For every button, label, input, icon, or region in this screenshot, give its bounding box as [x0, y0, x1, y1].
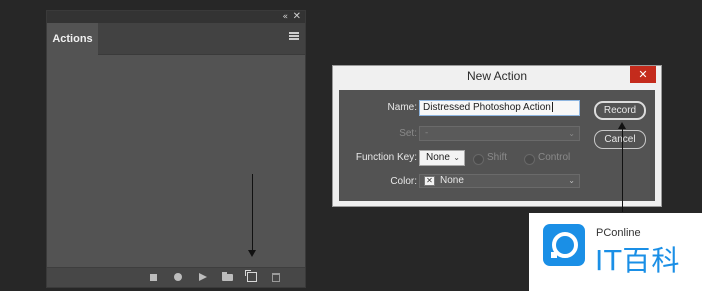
panel-tab-bar: Actions	[47, 23, 305, 55]
panel-title-bar: « ✕	[47, 11, 305, 23]
stop-icon[interactable]	[150, 274, 157, 281]
shift-label: Shift	[487, 152, 508, 163]
function-key-label: Function Key:	[355, 152, 417, 163]
tab-actions[interactable]: Actions	[47, 23, 98, 55]
set-select[interactable]: - ⌄	[419, 126, 580, 141]
set-label: Set:	[399, 128, 417, 139]
control-checkbox[interactable]	[524, 154, 535, 165]
function-key-select[interactable]: None ⌄	[419, 150, 465, 166]
chevron-down-icon: ⌄	[568, 129, 575, 138]
color-value: None	[440, 175, 464, 186]
annotation-arrowhead	[248, 250, 256, 257]
annotation-arrowhead	[618, 122, 626, 129]
collapse-icon[interactable]: «	[282, 11, 287, 23]
new-action-dialog: New Action ✕ Name: Distressed Photoshop …	[332, 65, 662, 207]
set-value: -	[425, 128, 429, 138]
action-name-value: Distressed Photoshop Action	[423, 102, 551, 113]
dialog-body: Name: Distressed Photoshop Action Set: -…	[339, 90, 655, 201]
color-select[interactable]: ✕ None ⌄	[419, 174, 580, 188]
trash-icon[interactable]	[272, 273, 280, 282]
close-icon[interactable]: ✕	[293, 11, 301, 23]
shift-checkbox[interactable]	[473, 154, 484, 165]
annotation-arrow	[622, 128, 623, 212]
record-button[interactable]: Record	[594, 101, 646, 120]
watermark-brand: IT百科	[595, 244, 681, 277]
none-swatch-icon: ✕	[424, 176, 435, 186]
action-name-input[interactable]: Distressed Photoshop Action	[419, 100, 580, 116]
chevron-down-icon: ⌄	[568, 176, 575, 185]
annotation-arrow	[252, 174, 253, 252]
function-key-value: None	[426, 152, 450, 163]
panel-toolbar	[47, 267, 305, 287]
control-label: Control	[538, 152, 571, 163]
chevron-down-icon: ⌄	[453, 153, 460, 162]
dialog-title: New Action	[466, 69, 528, 83]
cancel-button[interactable]: Cancel	[594, 130, 646, 149]
text-cursor	[551, 102, 553, 113]
pconline-watermark: PConline IT百科	[529, 213, 702, 291]
record-icon[interactable]	[174, 273, 182, 281]
watermark-text: PConline	[596, 227, 641, 239]
actions-panel: « ✕ Actions	[46, 10, 306, 288]
new-set-folder-icon[interactable]	[222, 272, 233, 281]
color-label: Color:	[390, 176, 417, 187]
new-action-icon[interactable]	[245, 270, 257, 282]
dialog-close-button[interactable]: ✕	[630, 66, 656, 83]
panel-menu-icon[interactable]	[289, 32, 299, 40]
name-label: Name:	[387, 102, 417, 113]
play-icon[interactable]	[199, 273, 207, 281]
pconline-logo-icon	[543, 224, 585, 266]
